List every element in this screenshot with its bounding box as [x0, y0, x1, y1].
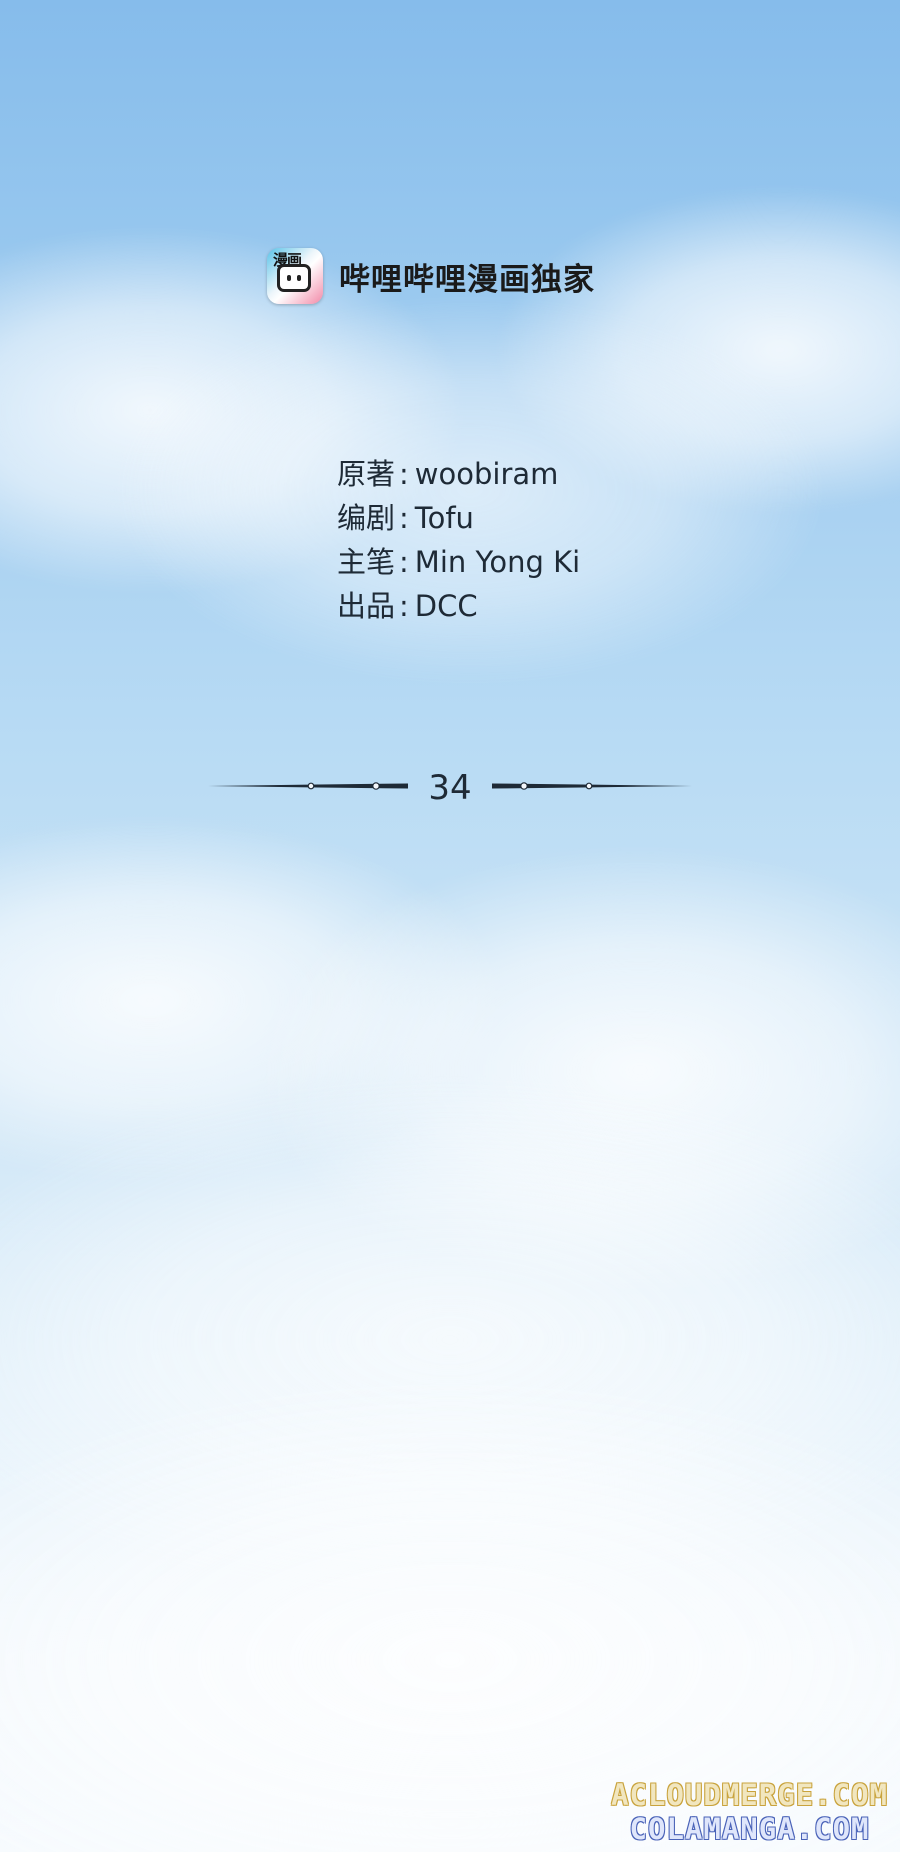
- watermark-line-2: COLAMANGA.COM: [629, 1812, 870, 1846]
- credit-separator: :: [399, 457, 409, 491]
- credit-separator: :: [399, 589, 409, 623]
- credit-row-script: 编剧: Tofu: [337, 496, 580, 540]
- watermark-line-1: ACLOUDMERGE.COM: [611, 1778, 888, 1812]
- credits-block: 原著: woobiram 编剧: Tofu 主笔: Min Yong Ki 出品: DC…: [337, 452, 580, 628]
- credit-label: 编剧: [337, 501, 396, 535]
- bilibili-manga-logo-icon: 漫画: [267, 248, 323, 304]
- watermark: ACLOUDMERGE.COM COLAMANGA.COM: [611, 1778, 888, 1846]
- credit-separator: :: [399, 545, 409, 579]
- credit-row-original: 原著: woobiram: [337, 452, 580, 496]
- brand-name: 哔哩哔哩漫画独家: [339, 261, 595, 298]
- credit-value: Min Yong Ki: [414, 545, 581, 579]
- brand-header: 漫画 哔哩哔哩漫画独家: [267, 248, 595, 304]
- chapter-divider: 34: [208, 760, 692, 812]
- credit-label: 出品: [337, 589, 396, 623]
- credit-row-producer: 出品: DCC: [337, 584, 580, 628]
- credit-value: DCC: [414, 589, 478, 623]
- ornamental-line-right-icon: [492, 782, 692, 790]
- credit-label: 主笔: [337, 545, 396, 579]
- credit-row-artist: 主笔: Min Yong Ki: [337, 540, 580, 584]
- credit-separator: :: [399, 501, 409, 535]
- credit-label: 原著: [337, 457, 396, 491]
- credit-value: woobiram: [414, 457, 559, 491]
- tv-icon: [277, 264, 311, 292]
- credit-value: Tofu: [414, 501, 474, 535]
